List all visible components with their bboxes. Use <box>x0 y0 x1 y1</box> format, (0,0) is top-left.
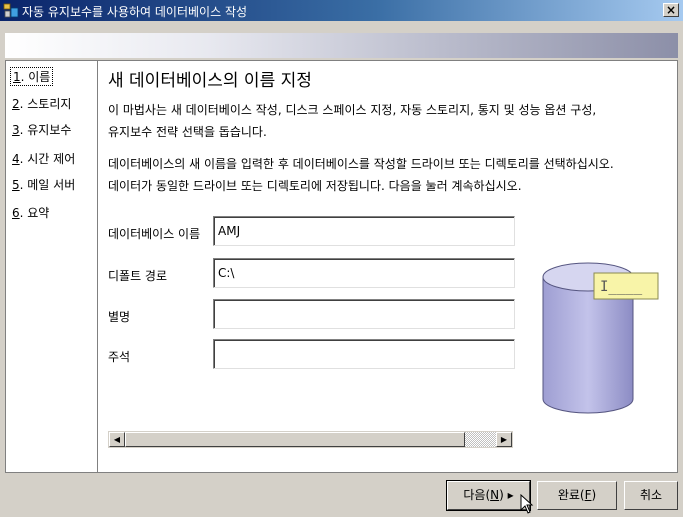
db-name-input[interactable] <box>213 216 515 246</box>
next-button[interactable]: 다음(N) ▸ <box>446 480 531 511</box>
step-mail-server[interactable]: 5. 메일 서버 <box>12 176 75 193</box>
next-mnemonic: N <box>490 488 500 502</box>
scroll-track[interactable] <box>465 432 497 447</box>
mouse-cursor-icon <box>520 494 534 514</box>
step-timing[interactable]: 4. 시간 제어 <box>12 150 75 167</box>
finish-suffix: ) <box>591 488 597 502</box>
db-name-label: 데이터베이스 이름 <box>108 227 201 241</box>
step-number: 1 <box>13 70 21 84</box>
step-number: 3 <box>12 123 20 137</box>
wizard-steps-panel: 1. 이름 2. 스토리지 3. 유지보수 4. 시간 제어 5. 메일 서버 … <box>5 60 98 473</box>
close-icon: × <box>665 3 677 17</box>
text-cursor-tooltip: I____ <box>593 272 659 300</box>
close-button[interactable]: × <box>663 3 679 17</box>
comment-label: 주석 <box>108 350 131 364</box>
page-title: 새 데이터베이스의 이름 지정 <box>108 71 312 91</box>
step-label: . 메일 서버 <box>19 178 76 192</box>
window-title: 자동 유지보수를 사용하여 데이터베이스 작성 <box>22 5 248 19</box>
database-app-icon <box>3 3 19 18</box>
step-summary[interactable]: 6. 요약 <box>12 204 49 221</box>
intro-text-1: 이 마법사는 새 데이터베이스 작성, 디스크 스페이스 지정, 자동 스토리지… <box>108 103 597 117</box>
next-label: 다음( <box>463 488 491 502</box>
scroll-thumb[interactable] <box>125 432 465 447</box>
step-number: 2 <box>12 97 20 111</box>
comment-input[interactable] <box>213 339 515 369</box>
step-name[interactable]: 1. 이름 <box>10 67 54 86</box>
step-label: . 시간 제어 <box>19 152 76 166</box>
default-path-label: 디폴트 경로 <box>108 269 168 283</box>
svg-text:I____: I____ <box>600 279 643 295</box>
cancel-button[interactable]: 취소 <box>624 481 678 510</box>
instruction-text-1: 데이터베이스의 새 이름을 입력한 후 데이터베이스를 작성할 드라이브 또는 … <box>108 157 614 171</box>
step-storage[interactable]: 2. 스토리지 <box>12 95 71 112</box>
step-label: . 유지보수 <box>19 123 72 137</box>
step-number: 6 <box>12 206 20 220</box>
finish-button[interactable]: 완료(F) <box>537 481 617 510</box>
intro-text-2: 유지보수 전략 선택을 돕습니다. <box>108 125 267 139</box>
header-band <box>5 33 678 58</box>
step-number: 4 <box>12 152 20 166</box>
scroll-left-icon[interactable]: ◀ <box>109 432 125 447</box>
next-suffix: ) ▸ <box>499 488 514 502</box>
scroll-right-icon[interactable]: ▶ <box>496 432 512 447</box>
finish-label: 완료( <box>557 488 585 502</box>
horizontal-scrollbar[interactable]: ◀ ▶ <box>108 431 513 448</box>
main-content: 새 데이터베이스의 이름 지정 이 마법사는 새 데이터베이스 작성, 디스크 … <box>98 60 678 473</box>
step-label: . 이름 <box>20 70 51 84</box>
step-label: . 요약 <box>19 206 50 220</box>
step-number: 5 <box>12 178 20 192</box>
step-maintenance[interactable]: 3. 유지보수 <box>12 121 71 138</box>
instruction-text-2: 데이터가 동일한 드라이브 또는 디렉토리에 저장됩니다. 다음을 눌러 계속하… <box>108 179 522 193</box>
database-illustration: I____ <box>542 262 659 414</box>
alias-label: 별명 <box>108 310 131 324</box>
step-label: . 스토리지 <box>19 97 72 111</box>
title-bar: 자동 유지보수를 사용하여 데이터베이스 작성 × <box>0 0 683 21</box>
default-path-input[interactable] <box>213 258 515 288</box>
alias-input[interactable] <box>213 299 515 329</box>
